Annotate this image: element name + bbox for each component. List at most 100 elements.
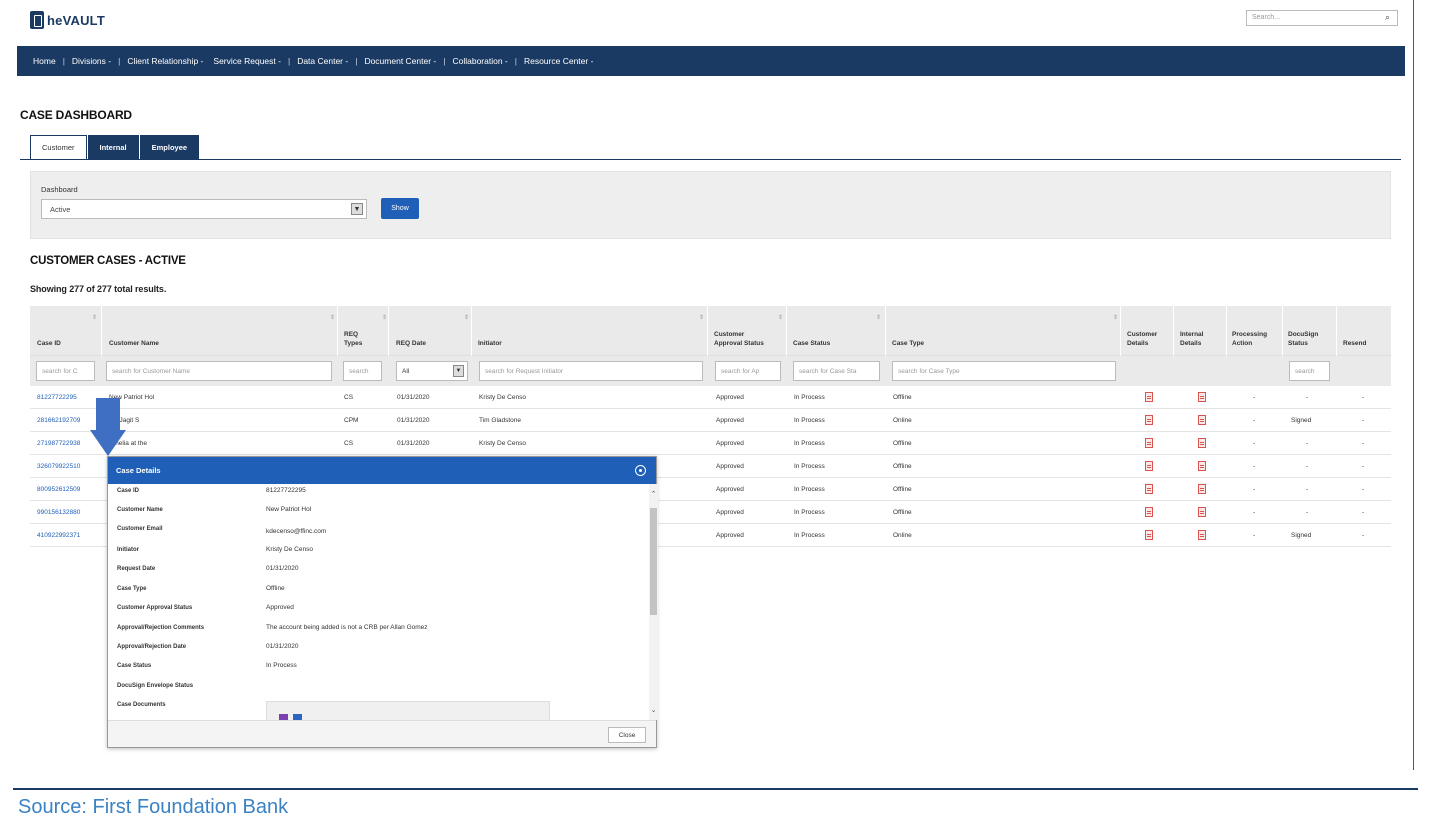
customer-details-icon[interactable] xyxy=(1145,392,1153,402)
docusign-cell: - xyxy=(1306,440,1309,447)
docusign-cell: Signed xyxy=(1291,532,1312,539)
nav-home[interactable]: Home xyxy=(33,56,56,66)
sort-icon[interactable]: ⇕ xyxy=(778,314,783,321)
processing-action-cell: - xyxy=(1253,486,1256,493)
chevron-up-icon[interactable]: ⌃ xyxy=(649,490,658,498)
case-type-cell: Online xyxy=(893,417,912,424)
status-cell: In Process xyxy=(794,486,825,493)
internal-details-icon[interactable] xyxy=(1198,392,1206,402)
sort-icon[interactable]: ⇕ xyxy=(330,314,335,321)
col-case-status[interactable]: Case Status xyxy=(793,339,830,348)
table-row[interactable]: 271987722938 Amelia at the CS 01/31/2020… xyxy=(30,432,1391,455)
customer-details-icon[interactable] xyxy=(1145,461,1153,471)
resend-cell: - xyxy=(1362,486,1365,493)
nav-client-relationship[interactable]: Client Relationship - xyxy=(127,56,203,66)
detail-value: 01/31/2020 xyxy=(266,643,299,650)
sort-icon[interactable]: ⇕ xyxy=(876,314,881,321)
modal-scrollbar[interactable]: ⌃ ⌄ xyxy=(649,484,658,720)
chevron-down-icon[interactable]: ▼ xyxy=(453,365,464,377)
col-initiator[interactable]: Initiator xyxy=(478,339,502,348)
internal-details-icon[interactable] xyxy=(1198,484,1206,494)
chevron-down-icon[interactable]: ▼ xyxy=(351,203,363,215)
sort-icon[interactable]: ⇕ xyxy=(92,314,97,321)
search-icon[interactable]: ⌕ xyxy=(1385,12,1390,23)
filter-approval-input[interactable]: search for Ap xyxy=(715,361,781,381)
filter-initiator-input[interactable]: search for Request Initiator xyxy=(479,361,703,381)
internal-details-icon[interactable] xyxy=(1198,438,1206,448)
detail-label: Request Date xyxy=(117,565,156,572)
sort-icon[interactable]: ⇕ xyxy=(699,314,704,321)
tab-customer[interactable]: Customer xyxy=(30,135,87,160)
table-row[interactable]: 81227722295 New Patriot Hol CS 01/31/202… xyxy=(30,386,1391,409)
close-button[interactable]: Close xyxy=(608,727,646,743)
nav-data-center[interactable]: Data Center - xyxy=(297,56,348,66)
app-logo[interactable]: heVAULT xyxy=(30,11,105,29)
sort-icon[interactable]: ⇕ xyxy=(382,314,387,321)
col-case-id[interactable]: Case ID xyxy=(37,339,61,348)
nav-resource-center[interactable]: Resource Center - xyxy=(524,56,593,66)
tab-internal[interactable]: Internal xyxy=(87,135,139,160)
col-docusign-status[interactable]: DocuSign Status xyxy=(1288,330,1330,348)
filter-case-id-input[interactable]: search for C xyxy=(36,361,95,381)
nav-collaboration[interactable]: Collaboration - xyxy=(452,56,507,66)
case-id-link[interactable]: 81227722295 xyxy=(37,394,77,401)
detail-value: Offline xyxy=(266,585,285,592)
case-id-link[interactable]: 990156132880 xyxy=(37,509,80,516)
sort-icon[interactable]: ⇕ xyxy=(464,314,469,321)
customer-details-icon[interactable] xyxy=(1145,438,1153,448)
nav-service-request[interactable]: Service Request - xyxy=(213,56,281,66)
chevron-down-icon[interactable]: ⌄ xyxy=(649,706,658,714)
status-cell: In Process xyxy=(794,417,825,424)
detail-value: New Patriot Hol xyxy=(266,506,312,513)
modal-footer: Close xyxy=(108,720,656,747)
filter-case-type-input[interactable]: search for Case Type xyxy=(892,361,1116,381)
initiator-cell: Kristy De Censo xyxy=(479,440,526,447)
col-req-date[interactable]: REQ Date xyxy=(396,339,426,348)
resend-cell: - xyxy=(1362,417,1365,424)
nav-separator: | xyxy=(287,56,291,66)
case-id-link[interactable]: 800952612509 xyxy=(37,486,80,493)
customer-details-icon[interactable] xyxy=(1145,530,1153,540)
case-id-link[interactable]: 410922992371 xyxy=(37,532,80,539)
col-req-types[interactable]: REQ Types xyxy=(344,330,374,348)
col-case-type[interactable]: Case Type xyxy=(892,339,924,348)
internal-details-icon[interactable] xyxy=(1198,461,1206,471)
internal-details-icon[interactable] xyxy=(1198,507,1206,517)
table-row[interactable]: 281662192709 aju Jagit S CPM 01/31/2020 … xyxy=(30,409,1391,432)
filter-req-types-input[interactable]: search xyxy=(343,361,382,381)
docusign-cell: - xyxy=(1306,509,1309,516)
dashboard-select[interactable]: Active ▼ xyxy=(41,199,367,219)
nav-document-center[interactable]: Document Center - xyxy=(364,56,436,66)
detail-value: kdecenso@ffinc.com xyxy=(266,528,327,535)
filter-case-status-input[interactable]: search for Case Sta xyxy=(793,361,880,381)
customer-details-icon[interactable] xyxy=(1145,507,1153,517)
tab-employee[interactable]: Employee xyxy=(139,135,200,160)
customer-details-icon[interactable] xyxy=(1145,484,1153,494)
customer-details-icon[interactable] xyxy=(1145,415,1153,425)
col-customer-name[interactable]: Customer Name xyxy=(109,339,159,348)
modal-header: Case Details xyxy=(108,457,656,484)
show-button[interactable]: Show xyxy=(381,198,419,219)
filter-customer-name-input[interactable]: search for Customer Name xyxy=(106,361,332,381)
detail-row-initiator: Initiator Kristy De Censo xyxy=(117,546,313,553)
dashboard-label: Dashboard xyxy=(41,185,78,194)
req-type-cell: CS xyxy=(344,394,354,401)
case-id-link[interactable]: 281662192709 xyxy=(37,417,80,424)
close-icon[interactable] xyxy=(635,465,646,476)
filter-docusign-input[interactable]: search xyxy=(1289,361,1330,381)
detail-label: Approval/Rejection Date xyxy=(117,643,187,650)
scrollbar-thumb[interactable] xyxy=(650,508,657,615)
filter-req-date-select[interactable]: All ▼ xyxy=(396,361,468,381)
initiator-cell: Kristy De Censo xyxy=(479,394,526,401)
internal-details-icon[interactable] xyxy=(1198,415,1206,425)
col-approval-status[interactable]: Customer Approval Status xyxy=(714,330,764,348)
detail-value: The account being added is not a CRB per… xyxy=(266,624,428,631)
nav-separator: | xyxy=(62,56,65,66)
case-id-link[interactable]: 271987722938 xyxy=(37,440,80,447)
sort-icon[interactable]: ⇕ xyxy=(1113,314,1118,321)
internal-details-icon[interactable] xyxy=(1198,530,1206,540)
global-search-input[interactable]: Search... xyxy=(1246,10,1398,26)
approval-cell: Approved xyxy=(716,440,744,447)
nav-divisions[interactable]: Divisions - xyxy=(72,56,111,66)
case-id-link[interactable]: 326079922510 xyxy=(37,463,80,470)
